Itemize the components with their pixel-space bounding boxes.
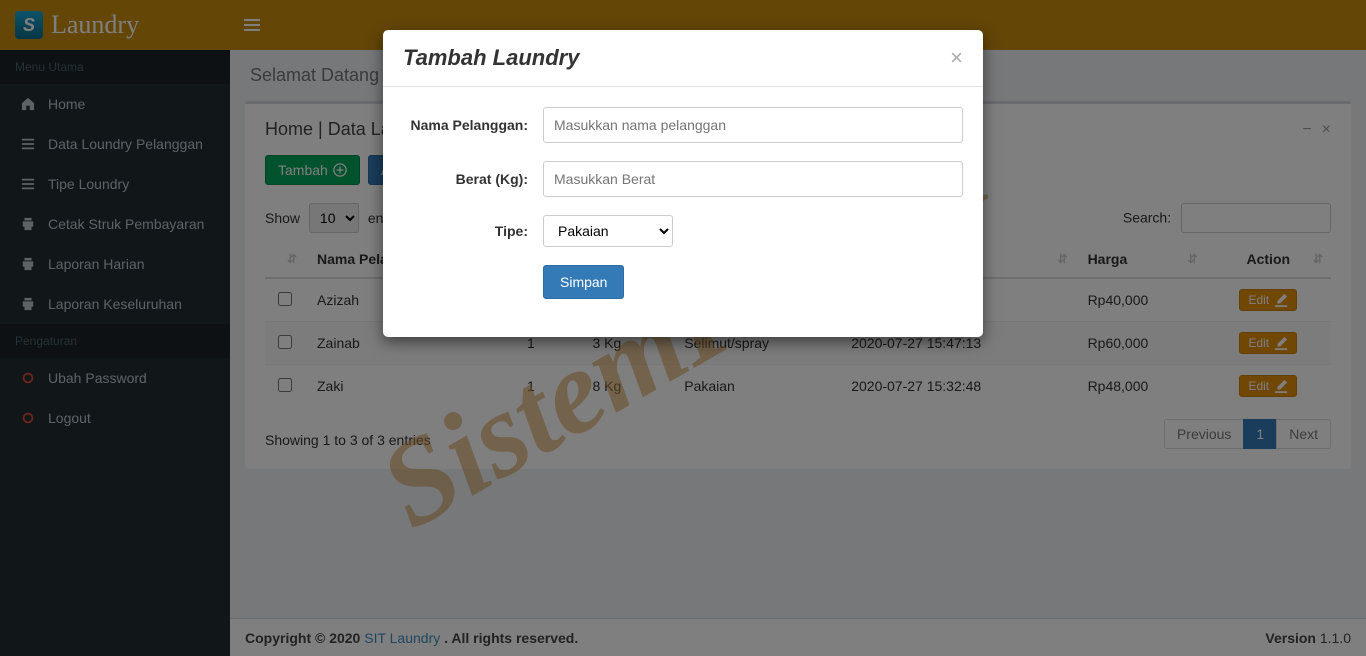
label-nama: Nama Pelanggan: (403, 117, 543, 133)
label-tipe: Tipe: (403, 223, 543, 239)
modal-title: Tambah Laundry (403, 45, 579, 71)
modal-close-button[interactable]: × (950, 45, 963, 71)
berat-input[interactable] (543, 161, 963, 197)
nama-pelanggan-input[interactable] (543, 107, 963, 143)
simpan-button[interactable]: Simpan (543, 265, 624, 299)
label-berat: Berat (Kg): (403, 171, 543, 187)
tambah-laundry-modal: Tambah Laundry × Nama Pelanggan: Berat (… (383, 30, 983, 337)
tipe-select[interactable]: Pakaian (543, 215, 673, 247)
